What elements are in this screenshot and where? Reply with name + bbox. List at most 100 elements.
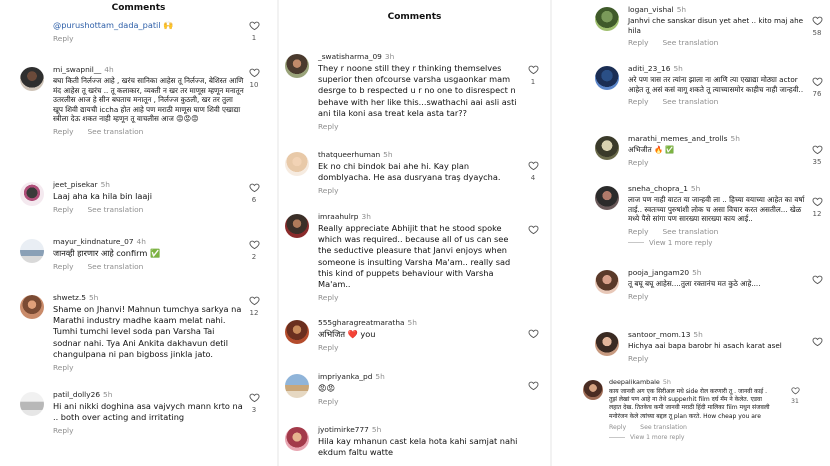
like-button[interactable] (526, 328, 540, 339)
reply-button[interactable]: Reply (609, 424, 626, 431)
see-translation-link[interactable]: See translation (662, 97, 718, 106)
username[interactable]: pooja_jangam20 (628, 268, 689, 277)
reply-button[interactable]: Reply (53, 363, 73, 372)
avatar[interactable] (595, 66, 619, 90)
like-button[interactable]: 6 (247, 182, 261, 204)
reply-button[interactable]: Reply (53, 127, 73, 136)
see-translation-link[interactable]: See translation (87, 205, 143, 214)
reply-button[interactable]: Reply (628, 158, 648, 167)
heart-icon[interactable] (811, 336, 823, 347)
heart-icon[interactable] (811, 15, 823, 26)
avatar[interactable] (595, 186, 619, 210)
username[interactable]: shwetz.5 (53, 293, 86, 302)
heart-icon[interactable] (248, 239, 260, 250)
avatar[interactable] (595, 136, 619, 160)
reply-button[interactable]: Reply (318, 397, 338, 406)
heart-icon[interactable] (527, 64, 539, 75)
avatar[interactable] (595, 270, 619, 294)
heart-icon[interactable] (811, 76, 823, 87)
avatar[interactable] (20, 295, 44, 319)
view-replies-label[interactable]: View 1 more reply (649, 239, 712, 247)
see-translation-link[interactable]: See translation (662, 38, 718, 47)
like-button[interactable]: 76 (810, 76, 824, 98)
like-button[interactable]: 35 (810, 144, 824, 166)
like-button[interactable]: 31 (788, 386, 802, 405)
username[interactable]: _swatisharma_09 (318, 52, 382, 61)
heart-icon[interactable] (248, 182, 260, 193)
avatar[interactable] (583, 380, 603, 400)
heart-icon[interactable] (527, 380, 539, 391)
heart-icon[interactable] (811, 144, 823, 155)
avatar[interactable] (285, 152, 309, 176)
view-replies-link[interactable]: View 1 more reply (609, 434, 774, 441)
username[interactable]: impriyanka_pd (318, 372, 372, 381)
avatar[interactable] (20, 392, 44, 416)
like-button[interactable]: 12 (247, 295, 261, 317)
reply-button[interactable]: Reply (53, 262, 73, 271)
like-button[interactable] (526, 224, 540, 235)
see-translation-link[interactable]: See translation (87, 262, 143, 271)
reply-button[interactable]: Reply (628, 227, 648, 236)
heart-icon[interactable] (527, 224, 539, 235)
heart-icon[interactable] (248, 295, 260, 306)
username[interactable]: jeet_pisekar (53, 180, 98, 189)
avatar[interactable] (595, 332, 619, 356)
view-replies-link[interactable]: View 1 more reply (628, 239, 808, 247)
reply-button[interactable]: Reply (53, 205, 73, 214)
avatar[interactable] (285, 54, 309, 78)
like-button[interactable]: 3 (247, 392, 261, 414)
heart-icon[interactable] (248, 392, 260, 403)
username[interactable]: deepalikambale (609, 378, 660, 386)
view-replies-label[interactable]: View 1 more reply (630, 434, 684, 441)
avatar[interactable] (20, 182, 44, 206)
username[interactable]: jyotimirke777 (318, 425, 369, 434)
like-button[interactable]: 4 (526, 160, 540, 182)
like-button[interactable]: 12 (810, 196, 824, 218)
reply-button[interactable]: Reply (318, 186, 338, 195)
see-translation-link[interactable]: See translation (662, 227, 718, 236)
reply-button[interactable]: Reply (318, 293, 338, 302)
see-translation-link[interactable]: See translation (640, 424, 687, 431)
like-button[interactable]: 1 (247, 20, 261, 42)
heart-icon[interactable] (527, 160, 539, 171)
heart-icon[interactable] (248, 67, 260, 78)
reply-button[interactable]: Reply (318, 343, 338, 352)
avatar[interactable] (285, 374, 309, 398)
reply-button[interactable]: Reply (53, 34, 73, 43)
like-button[interactable]: 1 (526, 64, 540, 86)
username[interactable]: santoor_mom.13 (628, 330, 690, 339)
heart-icon[interactable] (811, 196, 823, 207)
avatar[interactable] (595, 7, 619, 31)
see-translation-link[interactable]: See translation (87, 127, 143, 136)
username[interactable]: thatqueerhuman (318, 150, 380, 159)
reply-button[interactable]: Reply (318, 122, 338, 131)
avatar[interactable] (285, 214, 309, 238)
mention-link[interactable]: @purushottam_dada_patil 🙌 (53, 20, 245, 31)
like-button[interactable]: 10 (247, 67, 261, 89)
like-button[interactable] (526, 380, 540, 391)
username[interactable]: aditi_23_16 (628, 64, 670, 73)
heart-icon[interactable] (527, 328, 539, 339)
username[interactable]: logan_vishal (628, 5, 674, 14)
like-button[interactable] (810, 274, 824, 285)
avatar[interactable] (285, 320, 309, 344)
username[interactable]: 555gharagreatmaratha (318, 318, 405, 327)
reply-button[interactable]: Reply (628, 292, 648, 301)
like-button[interactable] (810, 336, 824, 347)
username[interactable]: marathi_memes_and_trolls (628, 134, 728, 143)
reply-button[interactable]: Reply (628, 97, 648, 106)
avatar[interactable] (20, 239, 44, 263)
like-button[interactable]: 58 (810, 15, 824, 37)
like-button[interactable]: 2 (247, 239, 261, 261)
username[interactable]: mi_swapnil__ (53, 65, 101, 74)
username[interactable]: imraahulrp (318, 212, 359, 221)
avatar[interactable] (285, 427, 309, 451)
username[interactable]: patil_dolly26 (53, 390, 100, 399)
heart-icon[interactable] (790, 386, 800, 395)
username[interactable]: sneha_chopra_1 (628, 184, 688, 193)
reply-button[interactable]: Reply (628, 354, 648, 363)
heart-icon[interactable] (248, 20, 260, 31)
reply-button[interactable]: Reply (628, 38, 648, 47)
heart-icon[interactable] (811, 274, 823, 285)
avatar[interactable] (20, 67, 44, 91)
